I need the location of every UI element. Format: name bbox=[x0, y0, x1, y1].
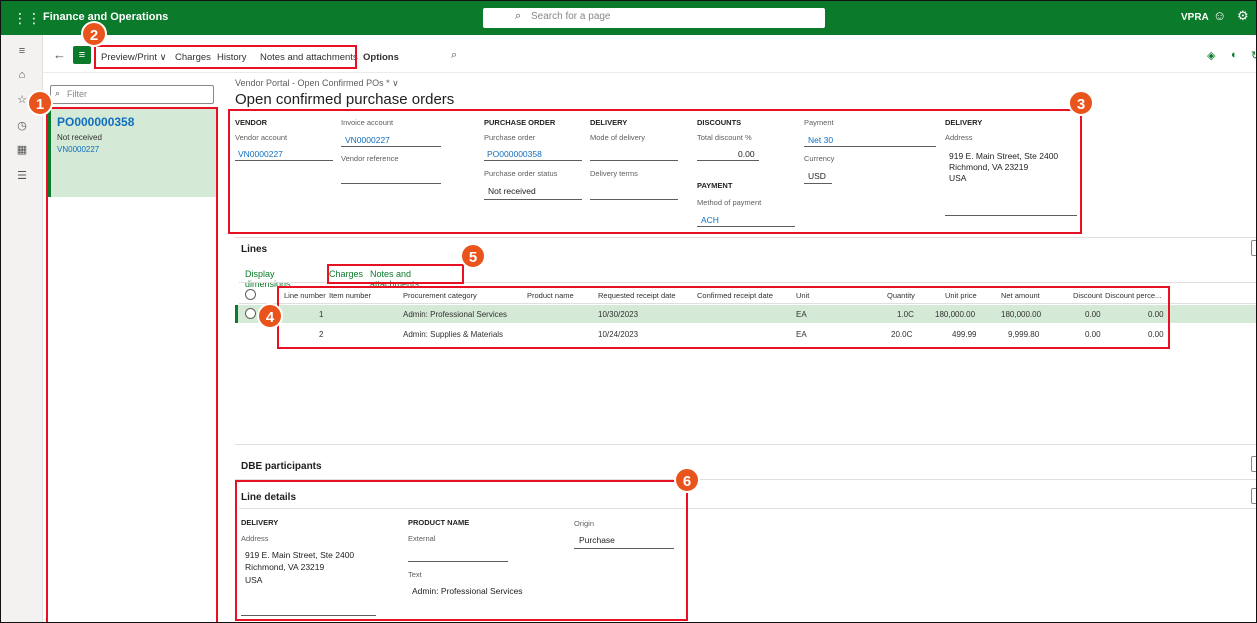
callout-badge-6: 6 bbox=[674, 467, 700, 493]
callout-box-3 bbox=[228, 109, 1082, 234]
lines-title[interactable]: Lines bbox=[241, 244, 267, 255]
home-icon[interactable]: ⌂ bbox=[1, 69, 43, 81]
action-search-icon[interactable]: ⌕ bbox=[451, 49, 457, 62]
office-icon[interactable]: ◐ bbox=[1231, 49, 1238, 61]
filter-placeholder: Filter bbox=[67, 89, 87, 99]
lines-divider bbox=[235, 237, 1256, 238]
callout-box-1 bbox=[46, 107, 218, 622]
search-icon: ⌕ bbox=[515, 10, 522, 22]
select-all-checkbox[interactable] bbox=[245, 289, 256, 300]
diamond-icon[interactable]: ◈ bbox=[1207, 49, 1215, 62]
dbe-participants-title[interactable]: DBE participants bbox=[241, 461, 322, 472]
callout-badge-3: 3 bbox=[1068, 90, 1094, 116]
callout-badge-2: 2 bbox=[81, 21, 107, 47]
back-arrow-icon[interactable]: ← bbox=[53, 47, 66, 62]
chat-icon[interactable]: ☺ bbox=[1213, 8, 1226, 23]
navigation-rail: ≡ ⌂ ☆ ◷ ▦ ☰ bbox=[1, 35, 43, 622]
refresh-icon[interactable]: ↻ bbox=[1251, 49, 1256, 62]
callout-badge-4: 4 bbox=[257, 303, 283, 329]
lines-bottom-divider bbox=[235, 444, 1256, 445]
options-menu[interactable]: Options bbox=[363, 52, 399, 63]
company-picker[interactable]: VPRA bbox=[1181, 12, 1209, 23]
search-placeholder: Search for a page bbox=[531, 11, 611, 22]
line-details-expand-icon[interactable] bbox=[1251, 488, 1256, 504]
top-app-bar: ⋮⋮ Finance and Operations ⌕ Search for a… bbox=[1, 1, 1256, 35]
filter-input[interactable]: ⌕ Filter bbox=[50, 85, 214, 104]
list-toggle-icon[interactable]: ≡ bbox=[73, 46, 91, 64]
recent-icon[interactable]: ◷ bbox=[1, 119, 43, 132]
app-launcher-icon[interactable]: ⋮⋮ bbox=[13, 10, 41, 27]
row-select-radio[interactable] bbox=[245, 308, 256, 319]
callout-box-2 bbox=[94, 45, 357, 69]
app-title[interactable]: Finance and Operations bbox=[43, 11, 168, 23]
dbe-expand-icon[interactable] bbox=[1251, 456, 1256, 472]
callout-badge-5: 5 bbox=[460, 243, 486, 269]
callout-box-6 bbox=[235, 480, 688, 621]
modules-icon[interactable]: ☰ bbox=[1, 169, 43, 182]
view-selector[interactable]: Vendor Portal - Open Confirmed POs * ∨ bbox=[235, 78, 399, 89]
callout-badge-1: 1 bbox=[27, 90, 53, 116]
selected-row-indicator bbox=[235, 305, 238, 323]
hamburger-icon[interactable]: ≡ bbox=[1, 45, 43, 57]
callout-box-5 bbox=[327, 264, 464, 284]
callout-box-4 bbox=[277, 286, 1170, 349]
page-title: Open confirmed purchase orders bbox=[235, 91, 455, 108]
filter-search-icon: ⌕ bbox=[55, 88, 61, 98]
app-window: ⋮⋮ Finance and Operations ⌕ Search for a… bbox=[0, 0, 1257, 623]
page-search-input[interactable]: ⌕ Search for a page bbox=[483, 8, 825, 28]
lines-expand-icon[interactable] bbox=[1251, 240, 1256, 256]
gear-icon[interactable]: ⚙ bbox=[1237, 8, 1249, 24]
workspaces-icon[interactable]: ▦ bbox=[1, 143, 43, 156]
